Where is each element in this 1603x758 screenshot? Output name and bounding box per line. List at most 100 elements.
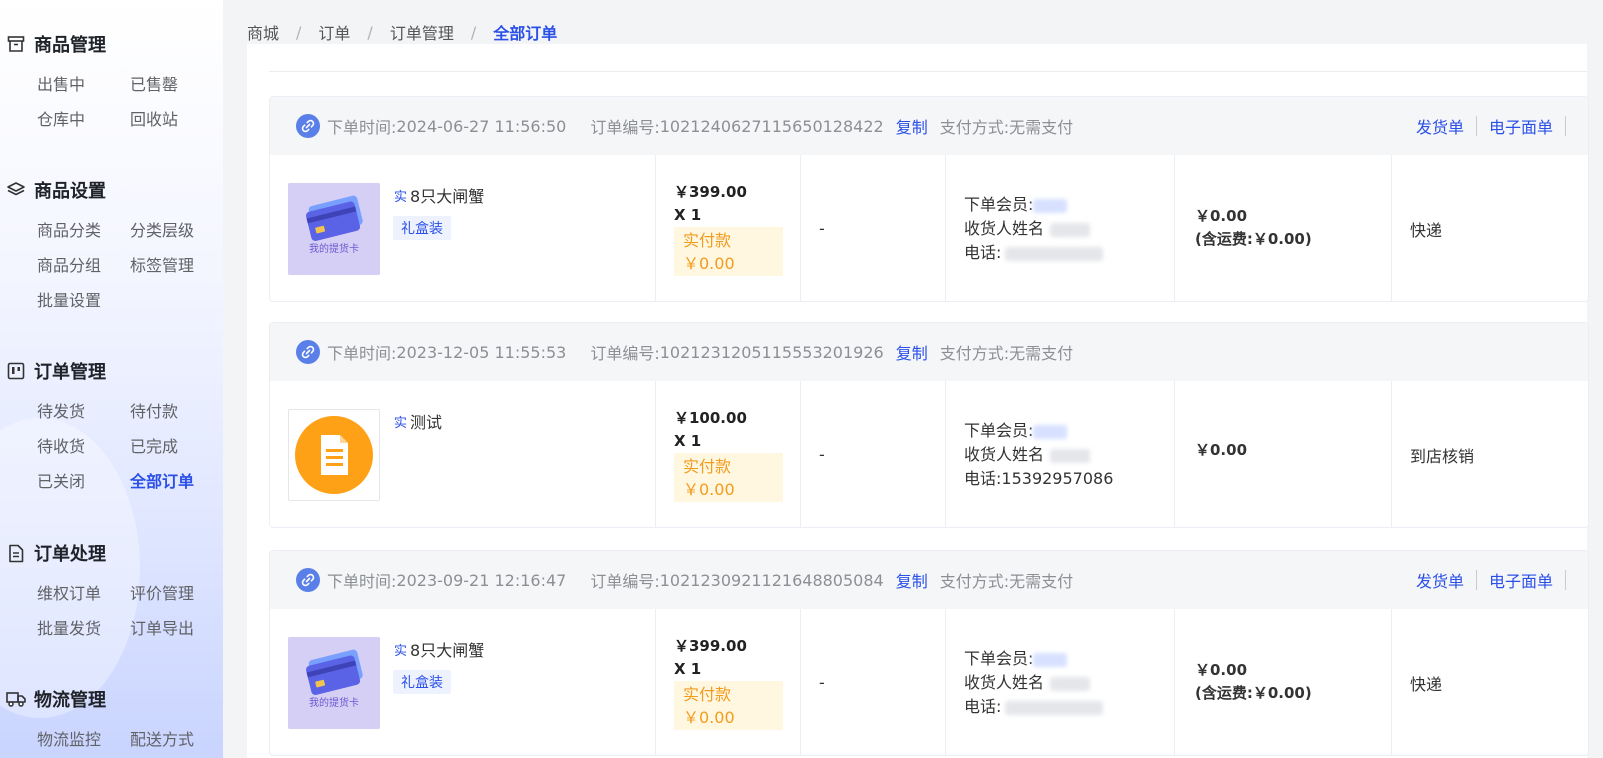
nav-item-tag-manage[interactable]: 标签管理 — [130, 255, 223, 277]
product-name[interactable]: 实 8只大闸蟹 — [394, 183, 484, 207]
product-thumbnail[interactable]: 我的提货卡 — [288, 637, 380, 729]
order-actions: 发货单 电子面单 — [1416, 551, 1578, 609]
nav-item-goods-group[interactable]: 商品分组 — [37, 255, 130, 277]
product-name[interactable]: 实 8只大闸蟹 — [394, 637, 484, 661]
price-cell: ￥100.00 X 1 实付款 ￥0.00 — [656, 381, 801, 527]
nav-group-head[interactable]: 订单管理 — [0, 358, 223, 384]
divider — [269, 71, 1587, 72]
pay-method-label: 支付方式: — [939, 118, 1010, 137]
nav-item-to-receive[interactable]: 待收货 — [37, 436, 130, 458]
delivery-cell: 到店核销 — [1392, 381, 1588, 527]
breadcrumb-separator: / — [296, 22, 302, 42]
nav-item-to-ship[interactable]: 待发货 — [37, 401, 130, 423]
nav-item-recycle[interactable]: 回收站 — [130, 109, 223, 131]
nav-group-head[interactable]: 商品设置 — [0, 177, 223, 203]
nav-item-all-orders[interactable]: 全部订单 — [130, 471, 223, 493]
freight-note: (含运费:￥0.00) — [1195, 230, 1312, 248]
pay-method: 无需支付 — [1009, 118, 1074, 137]
empty-value: - — [819, 219, 825, 238]
freight-note: (含运费:￥0.00) — [1195, 684, 1312, 702]
order-header: 下单时间: 2024-06-27 11:56:50 订单编号: 10212406… — [270, 97, 1588, 155]
nav-item-batch-settings[interactable]: 批量设置 — [37, 290, 130, 312]
copy-button[interactable]: 复制 — [896, 340, 928, 364]
nav-item-closed[interactable]: 已关闭 — [37, 471, 130, 493]
delivery-method: 快递 — [1410, 675, 1443, 694]
nav-item-delivery-method[interactable]: 配送方式 — [130, 729, 223, 751]
nav-item-reviews[interactable]: 评价管理 — [130, 583, 223, 605]
divider — [1475, 116, 1477, 136]
nav-item-warehouse[interactable]: 仓库中 — [37, 109, 130, 131]
product-cell: 我的提货卡 实 8只大闸蟹 礼盒装 — [270, 609, 656, 755]
nav-group-logistics: 物流管理 物流监控 配送方式 — [0, 686, 223, 751]
buyer-cell: 下单会员: 收货人姓名 电话: — [946, 155, 1175, 301]
nav-group-title: 订单管理 — [34, 362, 106, 383]
truck-icon — [6, 689, 26, 709]
breadcrumb-item[interactable]: 商城 — [247, 20, 279, 44]
nav-item-rights[interactable]: 维权订单 — [37, 583, 130, 605]
breadcrumb-item[interactable]: 订单管理 — [390, 20, 454, 44]
link-icon — [296, 340, 320, 364]
nav-item-category[interactable]: 商品分类 — [37, 220, 130, 242]
redacted-member — [1033, 198, 1068, 213]
nav-group-order-process: 订单处理 维权订单 评价管理 批量发货 订单导出 — [0, 540, 223, 640]
divider — [1475, 570, 1477, 590]
product-name[interactable]: 实 测试 — [394, 409, 442, 433]
redacted-phone — [1005, 246, 1104, 261]
nav-item-sold-out[interactable]: 已售罄 — [130, 74, 223, 96]
unit-price: ￥399.00 X 1 — [674, 635, 747, 681]
product-thumbnail[interactable]: 我的提货卡 — [288, 183, 380, 275]
product-thumbnail[interactable] — [288, 409, 380, 501]
nav-group-head[interactable]: 商品管理 — [0, 31, 223, 57]
member-label: 下单会员: — [964, 649, 1034, 668]
nav-item-batch-ship[interactable]: 批量发货 — [37, 618, 130, 640]
amount-cell: ￥0.00 — [1175, 381, 1392, 527]
nav-group-head[interactable]: 订单处理 — [0, 540, 223, 566]
divider — [1565, 570, 1566, 590]
discount-cell: - — [801, 381, 946, 527]
order-time-label: 下单时间: — [327, 118, 397, 137]
redacted-receiver — [1050, 448, 1091, 463]
nav-item-category-level[interactable]: 分类层级 — [130, 220, 223, 242]
phone-value: 15392957086 — [1001, 469, 1114, 488]
phone-label: 电话: — [964, 243, 1002, 262]
receiver-label: 收货人姓名 — [964, 445, 1045, 464]
amount-cell: ￥0.00 (含运费:￥0.00) — [1175, 609, 1392, 755]
order-time-label: 下单时间: — [327, 572, 397, 591]
e-waybill-link[interactable]: 电子面单 — [1489, 114, 1553, 138]
buyer-info: 下单会员: 收货人姓名 电话:15392957086 — [964, 419, 1113, 491]
breadcrumb-separator: / — [367, 22, 373, 42]
breadcrumb-current: 全部订单 — [493, 24, 558, 43]
redacted-receiver — [1050, 676, 1091, 691]
order-number: 102124062711565012842​2 — [659, 116, 884, 136]
breadcrumb-item[interactable]: 订单 — [318, 20, 350, 44]
quantity: X 1 — [674, 660, 702, 678]
nav-item-logistics-monitor[interactable]: 物流监控 — [37, 729, 130, 751]
copy-button[interactable]: 复制 — [896, 568, 928, 592]
delivery-cell: 快递 — [1392, 155, 1588, 301]
nav-item-on-sale[interactable]: 出售中 — [37, 74, 130, 96]
delivery-method: 到店核销 — [1410, 447, 1475, 466]
nav-group-title: 物流管理 — [34, 690, 106, 711]
pay-method-label: 支付方式: — [939, 344, 1010, 363]
shipping-doc-link[interactable]: 发货单 — [1416, 568, 1464, 592]
nav-item-export[interactable]: 订单导出 — [130, 618, 223, 640]
nav-group-title: 订单处理 — [34, 544, 106, 565]
nav-group-title: 商品管理 — [34, 35, 106, 56]
nav-group-head[interactable]: 物流管理 — [0, 686, 223, 712]
shipping-doc-link[interactable]: 发货单 — [1416, 114, 1464, 138]
copy-button[interactable]: 复制 — [896, 114, 928, 138]
order-card: 下单时间: 2023-09-21 12:16:47 订单编号: 10212309… — [269, 550, 1589, 756]
paid-amount-box: 实付款 ￥0.00 — [674, 227, 783, 276]
delivery-cell: 快递 — [1392, 609, 1588, 755]
nav-item-to-pay[interactable]: 待付款 — [130, 401, 223, 423]
unit-price: ￥100.00 X 1 — [674, 407, 747, 453]
physical-tag: 实 — [394, 643, 408, 659]
paid-amount-box: 实付款 ￥0.00 — [674, 681, 783, 730]
e-waybill-link[interactable]: 电子面单 — [1489, 568, 1553, 592]
nav-item-completed[interactable]: 已完成 — [130, 436, 223, 458]
product-spec-tag: 礼盒装 — [393, 216, 451, 240]
redacted-phone — [1005, 700, 1104, 715]
pay-method: 无需支付 — [1009, 344, 1074, 363]
order-body: 实 测试 ￥100.00X 1 实付款￥0.00 - 下单会员: 收货人姓名 — [270, 381, 1588, 527]
archive-box-icon — [6, 34, 26, 54]
